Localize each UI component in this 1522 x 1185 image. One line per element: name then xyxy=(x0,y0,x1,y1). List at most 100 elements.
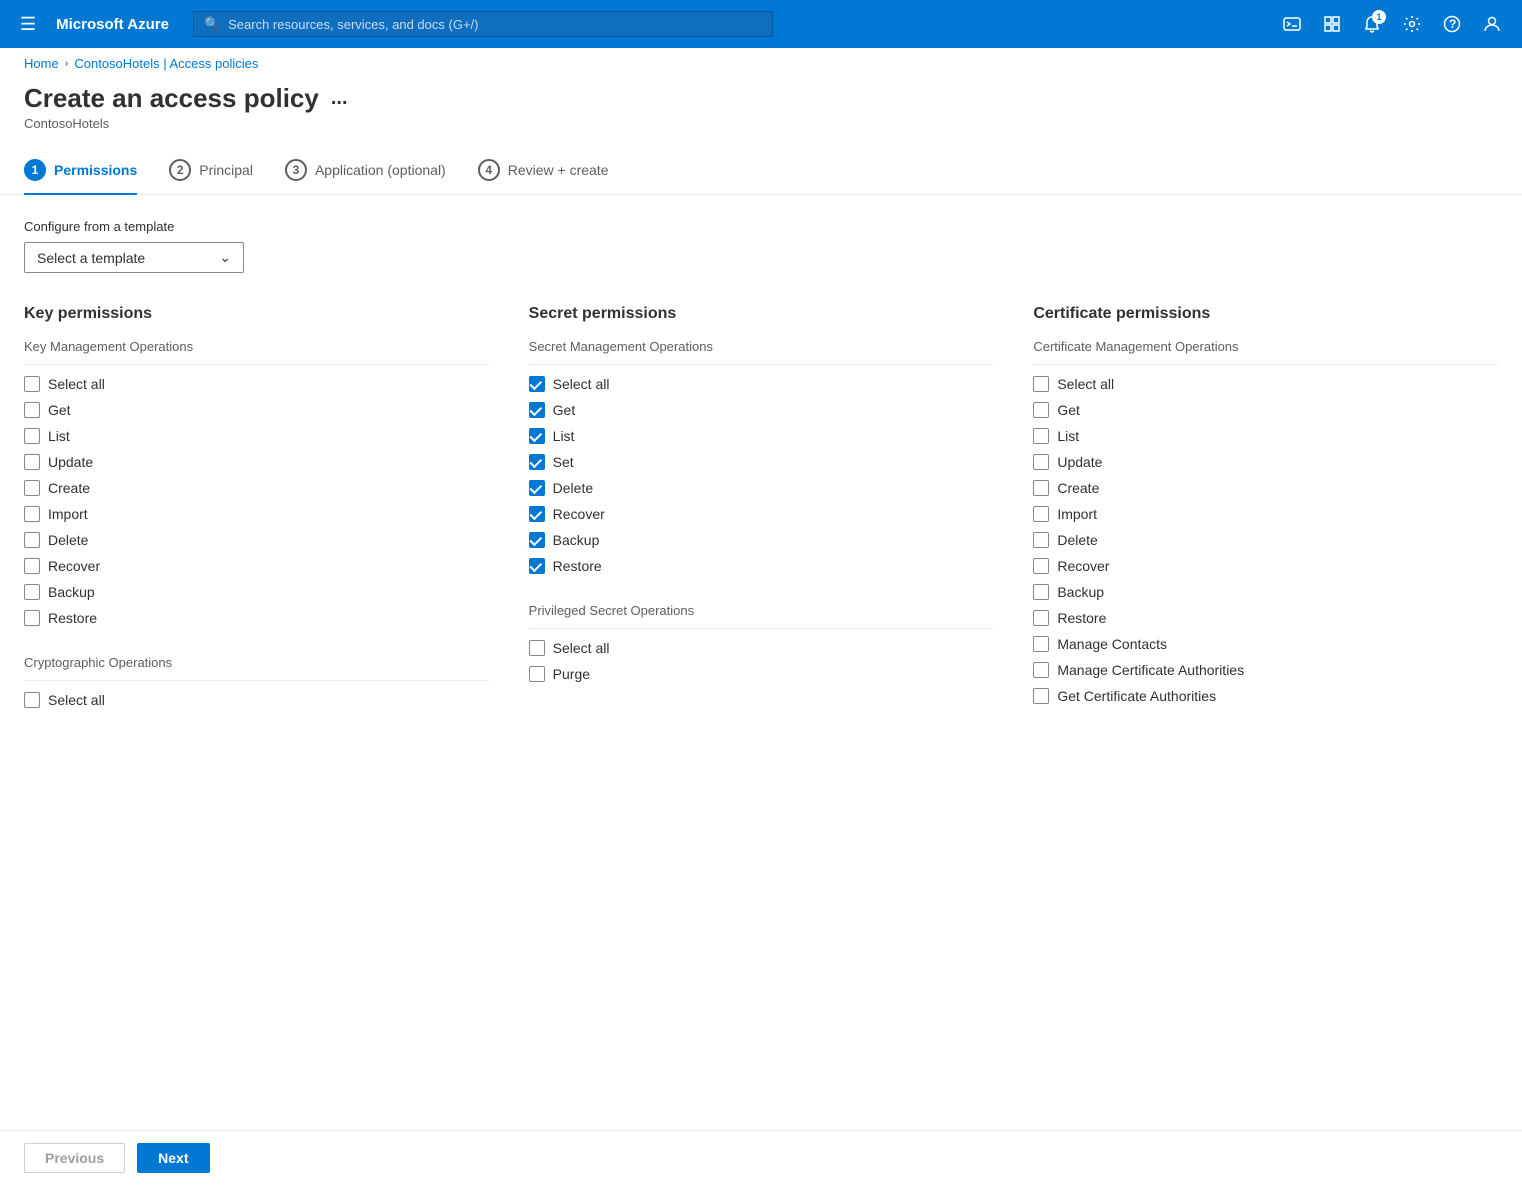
tab-permissions[interactable]: 1 Permissions xyxy=(24,147,137,195)
cert-select-all-label[interactable]: Select all xyxy=(1057,376,1114,392)
previous-button[interactable]: Previous xyxy=(24,1143,125,1173)
secret-permissions-title: Secret permissions xyxy=(529,305,994,323)
secret-select-all-checkbox[interactable] xyxy=(529,376,545,392)
notifications-icon[interactable]: 1 xyxy=(1354,6,1390,42)
key-crypto-select-all-checkbox[interactable] xyxy=(24,692,40,708)
search-input[interactable] xyxy=(228,17,762,32)
list-item: List xyxy=(1033,423,1498,449)
secret-restore-label[interactable]: Restore xyxy=(553,558,602,574)
cert-recover-checkbox[interactable] xyxy=(1033,558,1049,574)
key-backup-checkbox[interactable] xyxy=(24,584,40,600)
key-restore-checkbox[interactable] xyxy=(24,610,40,626)
key-get-checkbox[interactable] xyxy=(24,402,40,418)
cert-manage-ca-checkbox[interactable] xyxy=(1033,662,1049,678)
list-item: Recover xyxy=(529,501,994,527)
cert-get-ca-checkbox[interactable] xyxy=(1033,688,1049,704)
list-item: Recover xyxy=(1033,553,1498,579)
cert-create-label[interactable]: Create xyxy=(1057,480,1099,496)
secret-select-all-label[interactable]: Select all xyxy=(553,376,610,392)
cert-list-label[interactable]: List xyxy=(1057,428,1079,444)
cert-manage-ca-label[interactable]: Manage Certificate Authorities xyxy=(1057,662,1244,678)
cert-get-checkbox[interactable] xyxy=(1033,402,1049,418)
cert-update-label[interactable]: Update xyxy=(1057,454,1102,470)
cert-restore-label[interactable]: Restore xyxy=(1057,610,1106,626)
help-icon[interactable]: ? xyxy=(1434,6,1470,42)
next-button[interactable]: Next xyxy=(137,1143,209,1173)
secret-list-label[interactable]: List xyxy=(553,428,575,444)
cloud-shell-icon[interactable] xyxy=(1274,6,1310,42)
key-list-checkbox[interactable] xyxy=(24,428,40,444)
key-list-label[interactable]: List xyxy=(48,428,70,444)
cert-delete-label[interactable]: Delete xyxy=(1057,532,1097,548)
secret-delete-label[interactable]: Delete xyxy=(553,480,593,496)
cert-backup-checkbox[interactable] xyxy=(1033,584,1049,600)
key-update-label[interactable]: Update xyxy=(48,454,93,470)
cert-manage-contacts-checkbox[interactable] xyxy=(1033,636,1049,652)
list-item: Get Certificate Authorities xyxy=(1033,683,1498,709)
list-item: Restore xyxy=(1033,605,1498,631)
secret-set-label[interactable]: Set xyxy=(553,454,574,470)
key-select-all-label[interactable]: Select all xyxy=(48,376,105,392)
list-item: Import xyxy=(24,501,489,527)
hamburger-menu[interactable]: ☰ xyxy=(12,10,44,39)
key-get-label[interactable]: Get xyxy=(48,402,71,418)
user-icon[interactable] xyxy=(1474,6,1510,42)
cert-import-label[interactable]: Import xyxy=(1057,506,1097,522)
privileged-select-all-checkbox[interactable] xyxy=(529,640,545,656)
key-recover-label[interactable]: Recover xyxy=(48,558,100,574)
key-restore-label[interactable]: Restore xyxy=(48,610,97,626)
search-bar[interactable]: 🔍 xyxy=(193,11,773,37)
tab-principal[interactable]: 2 Principal xyxy=(169,147,253,195)
cert-recover-label[interactable]: Recover xyxy=(1057,558,1109,574)
breadcrumb-home[interactable]: Home xyxy=(24,56,59,71)
key-create-checkbox[interactable] xyxy=(24,480,40,496)
cert-backup-label[interactable]: Backup xyxy=(1057,584,1104,600)
ellipsis-button[interactable]: ... xyxy=(331,87,348,110)
key-backup-label[interactable]: Backup xyxy=(48,584,95,600)
template-select-dropdown[interactable]: Select a template ⌄ xyxy=(24,242,244,273)
breadcrumb-access-policies[interactable]: ContosoHotels | Access policies xyxy=(74,56,258,71)
cert-select-all-checkbox[interactable] xyxy=(1033,376,1049,392)
settings-icon[interactable] xyxy=(1394,6,1430,42)
secret-get-checkbox[interactable] xyxy=(529,402,545,418)
key-import-label[interactable]: Import xyxy=(48,506,88,522)
cert-list-checkbox[interactable] xyxy=(1033,428,1049,444)
cert-update-checkbox[interactable] xyxy=(1033,454,1049,470)
secret-backup-checkbox[interactable] xyxy=(529,532,545,548)
template-select-value: Select a template xyxy=(37,250,145,266)
key-update-checkbox[interactable] xyxy=(24,454,40,470)
tab-application[interactable]: 3 Application (optional) xyxy=(285,147,446,195)
secret-purge-checkbox[interactable] xyxy=(529,666,545,682)
key-crypto-select-all-label[interactable]: Select all xyxy=(48,692,105,708)
secret-list-checkbox[interactable] xyxy=(529,428,545,444)
cert-manage-contacts-label[interactable]: Manage Contacts xyxy=(1057,636,1167,652)
privileged-select-all-label[interactable]: Select all xyxy=(553,640,610,656)
key-delete-label[interactable]: Delete xyxy=(48,532,88,548)
key-select-all-checkbox[interactable] xyxy=(24,376,40,392)
cert-get-label[interactable]: Get xyxy=(1057,402,1080,418)
cert-import-checkbox[interactable] xyxy=(1033,506,1049,522)
portal-icon[interactable] xyxy=(1314,6,1350,42)
secret-get-label[interactable]: Get xyxy=(553,402,576,418)
secret-backup-label[interactable]: Backup xyxy=(553,532,600,548)
cert-get-ca-label[interactable]: Get Certificate Authorities xyxy=(1057,688,1216,704)
secret-set-checkbox[interactable] xyxy=(529,454,545,470)
secret-recover-checkbox[interactable] xyxy=(529,506,545,522)
list-item: Update xyxy=(1033,449,1498,475)
key-create-label[interactable]: Create xyxy=(48,480,90,496)
cert-create-checkbox[interactable] xyxy=(1033,480,1049,496)
key-import-checkbox[interactable] xyxy=(24,506,40,522)
cert-delete-checkbox[interactable] xyxy=(1033,532,1049,548)
tab-label-principal: Principal xyxy=(199,162,253,178)
secret-delete-checkbox[interactable] xyxy=(529,480,545,496)
secret-recover-label[interactable]: Recover xyxy=(553,506,605,522)
secret-purge-label[interactable]: Purge xyxy=(553,666,590,682)
tab-review-create[interactable]: 4 Review + create xyxy=(478,147,609,195)
secret-restore-checkbox[interactable] xyxy=(529,558,545,574)
topbar-icon-group: 1 ? xyxy=(1274,6,1510,42)
list-item: Backup xyxy=(24,579,489,605)
key-recover-checkbox[interactable] xyxy=(24,558,40,574)
cert-restore-checkbox[interactable] xyxy=(1033,610,1049,626)
list-item: Restore xyxy=(529,553,994,579)
key-delete-checkbox[interactable] xyxy=(24,532,40,548)
